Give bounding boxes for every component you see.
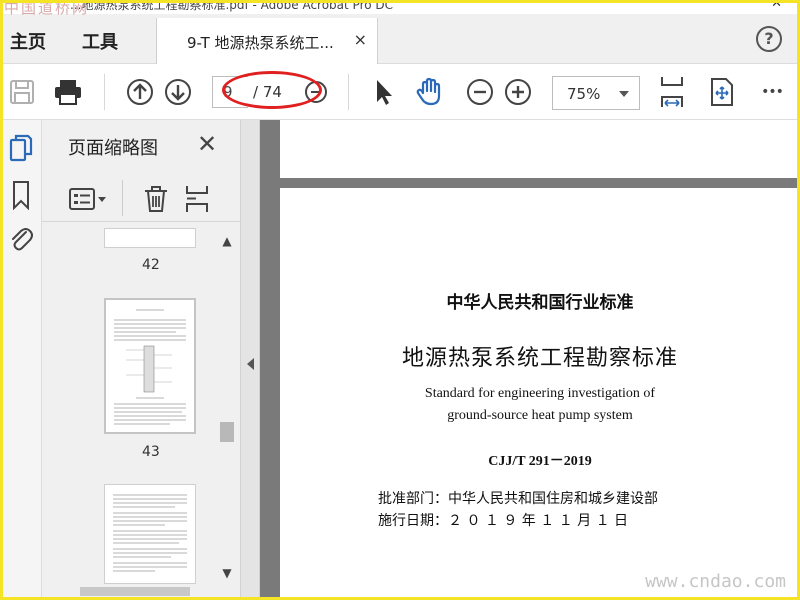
select-tool-icon[interactable]: [368, 76, 400, 108]
help-icon[interactable]: ?: [756, 26, 782, 52]
page-thumbnails-panel: 页面缩略图 ✕ 42 43 ▲ ▼: [42, 120, 240, 600]
standard-english-title-line1: Standard for engineering investigation o…: [424, 386, 656, 401]
panel-close-button[interactable]: ✕: [197, 130, 217, 158]
print-icon[interactable]: [52, 76, 84, 108]
thumbnails-vertical-scrollbar[interactable]: ▲ ▼: [220, 234, 234, 580]
previous-page-sheet: [280, 120, 800, 178]
toolbar-separator: [348, 74, 349, 110]
main-toolbar: 9 / 74 75% •••: [0, 64, 800, 120]
panel-splitter[interactable]: [240, 120, 260, 600]
chevron-down-icon: [619, 91, 629, 97]
title-bar: ...地源热泵系统工程勘察标准.pdf - Adobe Acrobat Pro …: [0, 0, 800, 14]
page-thumbnail-43[interactable]: [104, 298, 196, 434]
thumbnail-options-icon[interactable]: [68, 186, 108, 216]
bookmark-icon[interactable]: [8, 180, 34, 211]
fit-width-icon[interactable]: [656, 76, 688, 108]
save-icon[interactable]: [6, 76, 38, 108]
approval-department: 批准部门：中华人民共和国住房和城乡建设部: [378, 491, 658, 507]
watermark-bottom-right: www.cndao.com: [645, 571, 786, 592]
next-page-icon[interactable]: [162, 76, 194, 108]
page-number-annotation-oval: [222, 71, 322, 109]
tools-tab[interactable]: 工具: [82, 28, 118, 54]
panel-title: 页面缩略图: [68, 138, 158, 159]
page-layout-icon[interactable]: [184, 184, 210, 218]
current-page-sheet: 中华人民共和国行业标准 地源热泵系统工程勘察标准 Standard for en…: [280, 188, 800, 600]
document-tab[interactable]: 9-T 地源热泵系统工... ×: [156, 18, 378, 64]
standard-code: CJJ/T 291－2019: [488, 454, 592, 469]
scroll-up-arrow-icon[interactable]: ▲: [220, 234, 234, 248]
menu-bar: 主页 工具 9-T 地源热泵系统工... × ?: [0, 14, 800, 64]
page-thumbnail-number: 43: [142, 444, 160, 460]
delete-page-icon[interactable]: [142, 184, 170, 218]
page-thumbnails-icon[interactable]: [8, 134, 34, 164]
page-thumbnail-number: 42: [142, 257, 160, 273]
zoom-out-icon[interactable]: [464, 76, 496, 108]
document-tab-title: 9-T 地源热泵系统工...: [187, 34, 334, 52]
watermark-top-left: 中国道桥网: [4, 0, 90, 17]
window-title: ...地源热泵系统工程勘察标准.pdf - Adobe Acrobat Pro …: [70, 0, 394, 12]
more-tools-icon[interactable]: •••: [756, 76, 788, 108]
window-close-button[interactable]: ✕: [771, 0, 782, 11]
toolbar-separator: [104, 74, 105, 110]
thumbnails-horizontal-scrollbar[interactable]: [60, 584, 220, 598]
standard-category: 中华人民共和国行业标准: [446, 293, 634, 313]
zoom-level-dropdown[interactable]: 75%: [552, 76, 640, 110]
toolbar-separator: [122, 180, 123, 216]
left-navigation-rail: [0, 120, 42, 600]
full-screen-icon[interactable]: [706, 76, 738, 108]
hand-tool-icon[interactable]: [414, 76, 446, 108]
scroll-down-arrow-icon[interactable]: ▼: [220, 566, 234, 580]
attachment-icon[interactable]: [8, 224, 34, 254]
standard-title: 地源热泵系统工程勘察标准: [401, 346, 678, 371]
collapse-panel-icon[interactable]: [247, 358, 254, 370]
scrollbar-thumb[interactable]: [80, 587, 190, 596]
home-tab[interactable]: 主页: [10, 28, 46, 54]
scrollbar-thumb[interactable]: [220, 422, 234, 442]
zoom-in-icon[interactable]: [502, 76, 534, 108]
zoom-level-value: 75%: [567, 85, 601, 103]
document-viewport[interactable]: 中华人民共和国行业标准 地源热泵系统工程勘察标准 Standard for en…: [260, 120, 800, 600]
standard-english-title-line2: ground-source heat pump system: [447, 408, 633, 423]
page-thumbnail-44[interactable]: [104, 484, 196, 584]
panel-toolbar: [42, 174, 240, 222]
page-thumbnail-42[interactable]: [104, 228, 196, 248]
previous-page-icon[interactable]: [124, 76, 156, 108]
document-tab-close-button[interactable]: ×: [354, 30, 367, 49]
effective-date: 施行日期：２ ０ １ ９ 年 １ １ 月 １ 日: [378, 513, 629, 529]
